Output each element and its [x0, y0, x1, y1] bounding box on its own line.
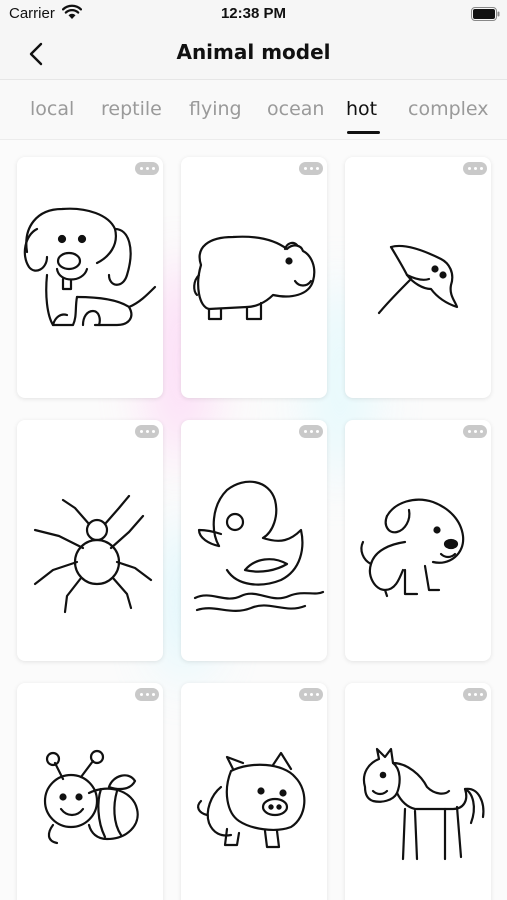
tab-complex[interactable]: complex: [408, 98, 489, 120]
page-title: Animal model: [176, 40, 331, 64]
pig-drawing-icon: [197, 751, 306, 849]
model-card-bee[interactable]: [17, 683, 163, 900]
model-card-dog[interactable]: [345, 420, 491, 661]
battery-icon: [471, 7, 500, 21]
more-options-button[interactable]: [463, 162, 487, 175]
tab-local[interactable]: local: [30, 98, 74, 120]
more-options-button[interactable]: [463, 425, 487, 438]
model-card-hippo[interactable]: [181, 157, 327, 398]
tab-reptile[interactable]: reptile: [101, 98, 162, 120]
stingray-drawing-icon: [377, 244, 459, 315]
clock: 12:38 PM: [220, 5, 287, 22]
puppy-drawing-icon: [23, 207, 157, 327]
more-options-button[interactable]: [299, 162, 323, 175]
model-card-pig[interactable]: [181, 683, 327, 900]
model-card-duck[interactable]: [181, 420, 327, 661]
nav-bar: Animal model: [0, 30, 507, 80]
more-options-button[interactable]: [135, 162, 159, 175]
model-card-stingray[interactable]: [345, 157, 491, 398]
model-grid: [0, 141, 507, 900]
more-options-button[interactable]: [299, 425, 323, 438]
more-options-button[interactable]: [299, 688, 323, 701]
tab-hot[interactable]: hot: [346, 98, 377, 120]
hippo-drawing-icon: [193, 235, 316, 321]
duck-drawing-icon: [193, 480, 325, 612]
status-bar: Carrier 12:38 PM: [0, 0, 507, 30]
tab-ocean[interactable]: ocean: [267, 98, 324, 120]
spider-drawing-icon: [33, 494, 153, 614]
more-options-button[interactable]: [135, 425, 159, 438]
more-options-button[interactable]: [135, 688, 159, 701]
horse-drawing-icon: [362, 747, 485, 861]
model-card-puppy[interactable]: [17, 157, 163, 398]
model-card-horse[interactable]: [345, 683, 491, 900]
bee-drawing-icon: [43, 749, 139, 845]
category-tabs: local reptile flying ocean hot complex: [0, 80, 507, 140]
dog-drawing-icon: [360, 498, 465, 598]
tab-flying[interactable]: flying: [189, 98, 242, 120]
model-card-spider[interactable]: [17, 420, 163, 661]
more-options-button[interactable]: [463, 688, 487, 701]
active-tab-indicator: [347, 131, 380, 134]
